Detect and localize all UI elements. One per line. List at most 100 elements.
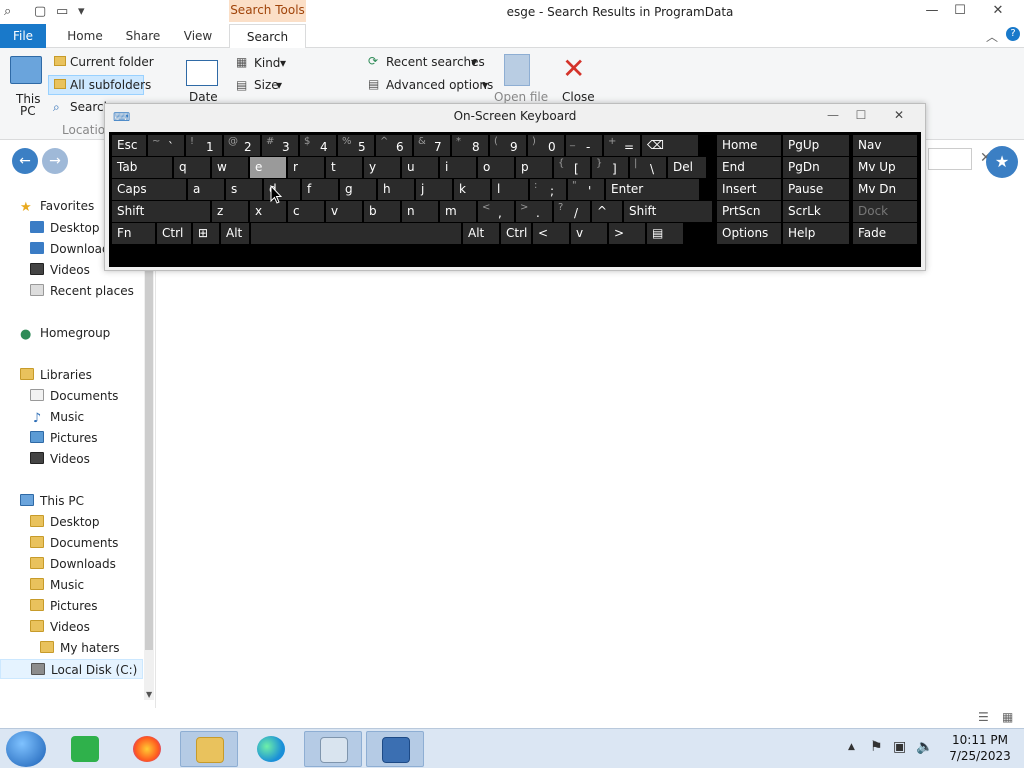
nav-pc-downloads[interactable]: Downloads bbox=[30, 554, 116, 574]
nav-libraries[interactable]: Libraries bbox=[20, 365, 92, 385]
key-left-shift[interactable]: Shift bbox=[112, 201, 210, 222]
key-c[interactable]: c bbox=[288, 201, 324, 222]
network-icon[interactable]: ▣ bbox=[893, 739, 906, 755]
date-modified-button[interactable]: Date bbox=[189, 90, 218, 104]
nav-my-haters[interactable]: My haters bbox=[40, 638, 120, 658]
key-w[interactable]: w bbox=[212, 157, 248, 178]
forward-button[interactable]: → bbox=[42, 148, 68, 174]
key-caps[interactable]: Caps bbox=[112, 179, 186, 200]
close-search-button[interactable]: Close bbox=[562, 90, 595, 104]
advanced-options-dropdown[interactable]: Advanced options bbox=[386, 78, 493, 92]
key-h[interactable]: h bbox=[378, 179, 414, 200]
nav-recent-places[interactable]: Recent places bbox=[30, 281, 134, 301]
key-pgdn[interactable]: PgDn bbox=[783, 157, 849, 178]
new-folder-icon[interactable]: ▭ bbox=[56, 4, 68, 19]
key-slash[interactable]: ? / bbox=[554, 201, 590, 222]
osk-maximize-button[interactable]: ☐ bbox=[847, 106, 875, 124]
key-y[interactable]: y bbox=[364, 157, 400, 178]
key-enter[interactable]: Enter bbox=[606, 179, 699, 200]
key-esc[interactable]: Esc bbox=[112, 135, 146, 156]
key-u[interactable]: u bbox=[402, 157, 438, 178]
key-o[interactable]: o bbox=[478, 157, 514, 178]
favorite-star-icon[interactable]: ★ bbox=[986, 146, 1018, 178]
key-q[interactable]: q bbox=[174, 157, 210, 178]
nav-lib-documents[interactable]: Documents bbox=[30, 386, 118, 406]
volume-icon[interactable]: 🔈 bbox=[916, 739, 933, 755]
key-4[interactable]: $4 bbox=[300, 135, 336, 156]
kind-dropdown[interactable]: Kind bbox=[254, 56, 280, 70]
key-right-bracket[interactable]: }] bbox=[592, 157, 628, 178]
properties-icon[interactable]: ▢ bbox=[34, 4, 46, 19]
open-file-button[interactable]: Open file bbox=[494, 90, 548, 104]
key-n[interactable]: n bbox=[402, 201, 438, 222]
key-windows[interactable]: ⊞ bbox=[193, 223, 219, 244]
key-5[interactable]: % 5 bbox=[338, 135, 374, 156]
key-t[interactable]: t bbox=[326, 157, 362, 178]
key-left-ctrl[interactable]: Ctrl bbox=[157, 223, 191, 244]
taskbar-app-performance-monitor[interactable] bbox=[304, 731, 362, 767]
minimize-button[interactable]: — bbox=[918, 2, 946, 20]
key-down-arrow[interactable]: v bbox=[571, 223, 607, 244]
nav-local-disk[interactable]: Local Disk (C:) bbox=[0, 659, 143, 679]
key-quote[interactable]: " ' bbox=[568, 179, 604, 200]
close-button[interactable]: ✕ bbox=[984, 2, 1012, 20]
date-modified-icon[interactable] bbox=[186, 60, 218, 86]
nav-favorites[interactable]: ★ Favorites bbox=[20, 196, 94, 216]
key-help[interactable]: Help bbox=[783, 223, 849, 244]
key-backspace[interactable]: ⌫ bbox=[642, 135, 698, 156]
nav-pc-desktop[interactable]: Desktop bbox=[30, 512, 100, 532]
osk-minimize-button[interactable]: — bbox=[819, 106, 847, 124]
search-icon[interactable]: ⌕ bbox=[4, 4, 11, 19]
key-home[interactable]: Home bbox=[717, 135, 781, 156]
key-a[interactable]: a bbox=[188, 179, 224, 200]
nav-lib-videos[interactable]: Videos bbox=[30, 449, 90, 469]
tab-view[interactable]: View bbox=[175, 24, 221, 48]
key-z[interactable]: z bbox=[212, 201, 248, 222]
back-button[interactable]: ← bbox=[12, 148, 38, 174]
current-folder-button[interactable]: Current folder bbox=[70, 55, 154, 69]
nav-pc-videos[interactable]: Videos bbox=[30, 617, 90, 637]
maximize-button[interactable]: ☐ bbox=[946, 2, 974, 20]
key-3[interactable]: #3 bbox=[262, 135, 298, 156]
key-right-ctrl[interactable]: Ctrl bbox=[501, 223, 531, 244]
key-g[interactable]: g bbox=[340, 179, 376, 200]
key-pgup[interactable]: PgUp bbox=[783, 135, 849, 156]
key-right-shift[interactable]: Shift bbox=[624, 201, 712, 222]
key-right-arrow[interactable]: > bbox=[609, 223, 645, 244]
taskbar-app-firefox[interactable] bbox=[118, 731, 176, 767]
key-period[interactable]: >. bbox=[516, 201, 552, 222]
key-tab[interactable]: Tab bbox=[112, 157, 172, 178]
system-clock[interactable]: 10:11 PM 7/25/2023 bbox=[940, 732, 1020, 764]
key-6[interactable]: ^ 6 bbox=[376, 135, 412, 156]
nav-this-pc[interactable]: This PC bbox=[20, 491, 84, 511]
key-i[interactable]: i bbox=[440, 157, 476, 178]
large-icons-view-icon[interactable]: ▦ bbox=[1002, 710, 1013, 724]
this-pc-icon[interactable] bbox=[10, 56, 42, 84]
key-v[interactable]: v bbox=[326, 201, 362, 222]
taskbar-app-edge[interactable] bbox=[242, 731, 300, 767]
key-end[interactable]: End bbox=[717, 157, 781, 178]
key-j[interactable]: j bbox=[416, 179, 452, 200]
key-backslash[interactable]: | \ bbox=[630, 157, 666, 178]
key-left-alt[interactable]: Alt bbox=[221, 223, 249, 244]
key-b[interactable]: b bbox=[364, 201, 400, 222]
help-icon[interactable]: ? bbox=[1006, 27, 1020, 41]
key-2[interactable]: @2 bbox=[224, 135, 260, 156]
key-mv-dn[interactable]: Mv Dn bbox=[853, 179, 917, 200]
nav-pc-music[interactable]: Music bbox=[30, 575, 84, 595]
key-e[interactable]: e bbox=[250, 157, 286, 178]
key-right-alt[interactable]: Alt bbox=[463, 223, 499, 244]
key-mv-up[interactable]: Mv Up bbox=[853, 157, 917, 178]
size-dropdown[interactable]: Size bbox=[254, 78, 279, 92]
tray-overflow-icon[interactable]: ▲ bbox=[848, 742, 855, 752]
key-1[interactable]: ! 1 bbox=[186, 135, 222, 156]
nav-desktop[interactable]: Desktop bbox=[30, 218, 100, 238]
key-pause[interactable]: Pause bbox=[783, 179, 849, 200]
start-button[interactable] bbox=[6, 731, 46, 767]
key-fade[interactable]: Fade bbox=[853, 223, 917, 244]
tab-home[interactable]: Home bbox=[60, 24, 110, 48]
tab-file[interactable]: File bbox=[0, 24, 46, 48]
key-f[interactable]: f bbox=[302, 179, 338, 200]
key-left-arrow[interactable]: < bbox=[533, 223, 569, 244]
osk-close-button[interactable]: ✕ bbox=[885, 106, 913, 124]
